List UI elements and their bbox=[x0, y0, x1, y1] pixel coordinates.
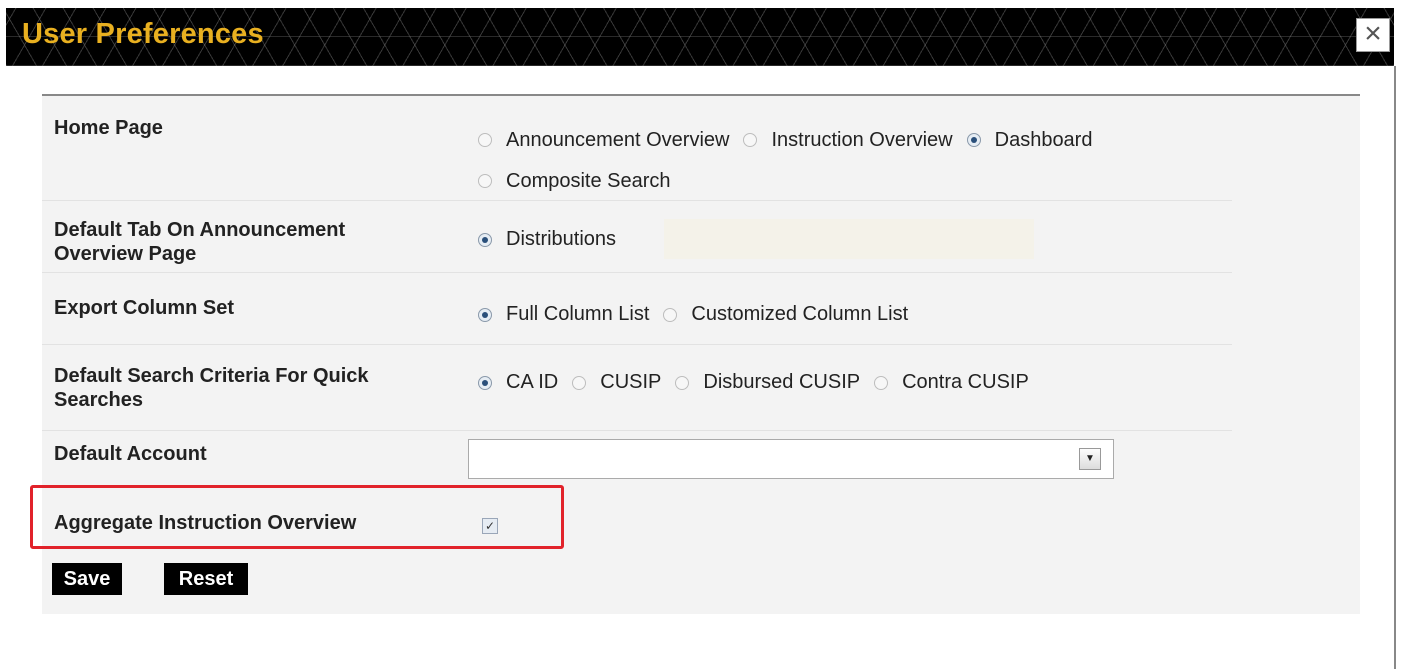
aggregate-label: Aggregate Instruction Overview bbox=[54, 512, 357, 534]
search-option-contra-cusip[interactable]: Contra CUSIP bbox=[874, 371, 1029, 394]
radio-checked-icon[interactable] bbox=[478, 375, 492, 390]
radio-icon[interactable] bbox=[478, 174, 492, 188]
home-page-option-announcement-overview[interactable]: Announcement Overview bbox=[478, 120, 729, 160]
option-label: Contra CUSIP bbox=[902, 371, 1029, 393]
home-page-label: Home Page bbox=[54, 117, 163, 139]
option-label: Instruction Overview bbox=[771, 129, 953, 151]
dialog-edge bbox=[1394, 66, 1396, 669]
export-column-set-options: Full Column List Customized Column List bbox=[478, 303, 922, 328]
aggregate-checkbox[interactable]: ✓ bbox=[482, 518, 498, 534]
option-label: Distributions bbox=[506, 228, 617, 250]
radio-icon[interactable] bbox=[743, 133, 758, 147]
default-tab-extra-field bbox=[664, 219, 1034, 259]
home-page-option-composite-search[interactable]: Composite Search bbox=[478, 161, 671, 201]
default-tab-label: Default Tab On Announcement Overview Pag… bbox=[54, 219, 346, 265]
radio-icon[interactable] bbox=[874, 375, 889, 390]
home-page-option-dashboard[interactable]: Dashboard bbox=[966, 120, 1093, 160]
export-column-set-label: Export Column Set bbox=[54, 297, 235, 319]
radio-checked-icon[interactable] bbox=[478, 307, 492, 322]
default-search-options: CA ID CUSIP Disbursed CUSIP Contra CUSIP bbox=[478, 371, 1043, 396]
radio-icon[interactable] bbox=[663, 307, 678, 322]
default-account-select[interactable]: ▼ bbox=[468, 439, 1114, 479]
option-label: Disbursed CUSIP bbox=[703, 371, 861, 393]
search-option-ca-id[interactable]: CA ID bbox=[478, 371, 558, 394]
dialog-title: User Preferences bbox=[22, 18, 264, 50]
radio-icon[interactable] bbox=[572, 375, 587, 390]
reset-button[interactable]: Reset bbox=[164, 563, 248, 595]
default-search-row: Default Search Criteria For Quick Search… bbox=[42, 344, 1232, 431]
option-label: CA ID bbox=[506, 371, 559, 393]
radio-checked-icon[interactable] bbox=[966, 133, 981, 147]
export-option-customized-column-list[interactable]: Customized Column List bbox=[663, 303, 908, 326]
preferences-panel: Home Page Announcement Overview Instruct… bbox=[30, 94, 1360, 614]
home-page-option-instruction-overview[interactable]: Instruction Overview bbox=[743, 120, 953, 160]
chevron-down-icon[interactable]: ▼ bbox=[1079, 448, 1101, 470]
option-label: Customized Column List bbox=[691, 303, 909, 325]
dialog-title-bar: User Preferences × bbox=[6, 8, 1394, 66]
radio-icon[interactable] bbox=[675, 375, 690, 390]
option-label: Announcement Overview bbox=[506, 129, 730, 151]
home-page-options: Announcement Overview Instruction Overvi… bbox=[478, 120, 1218, 202]
option-label: CUSIP bbox=[600, 371, 662, 393]
option-label: Dashboard bbox=[994, 129, 1093, 151]
option-label: Composite Search bbox=[506, 170, 671, 192]
default-account-label: Default Account bbox=[54, 443, 207, 465]
radio-checked-icon[interactable] bbox=[478, 232, 492, 247]
save-button[interactable]: Save bbox=[52, 563, 122, 595]
default-search-label: Default Search Criteria For Quick Search… bbox=[54, 365, 369, 411]
export-option-full-column-list[interactable]: Full Column List bbox=[478, 303, 649, 326]
export-column-set-row: Export Column Set Full Column List Custo… bbox=[42, 272, 1232, 345]
radio-icon[interactable] bbox=[478, 133, 492, 147]
default-tab-option-distributions[interactable]: Distributions bbox=[478, 228, 616, 251]
search-option-cusip[interactable]: CUSIP bbox=[572, 371, 661, 394]
default-tab-row: Default Tab On Announcement Overview Pag… bbox=[42, 200, 1232, 273]
home-page-row: Home Page Announcement Overview Instruct… bbox=[42, 96, 1232, 201]
option-label: Full Column List bbox=[506, 303, 650, 325]
search-option-disbursed-cusip[interactable]: Disbursed CUSIP bbox=[675, 371, 860, 394]
close-icon[interactable]: × bbox=[1356, 18, 1390, 52]
default-tab-options: Distributions bbox=[478, 228, 630, 253]
